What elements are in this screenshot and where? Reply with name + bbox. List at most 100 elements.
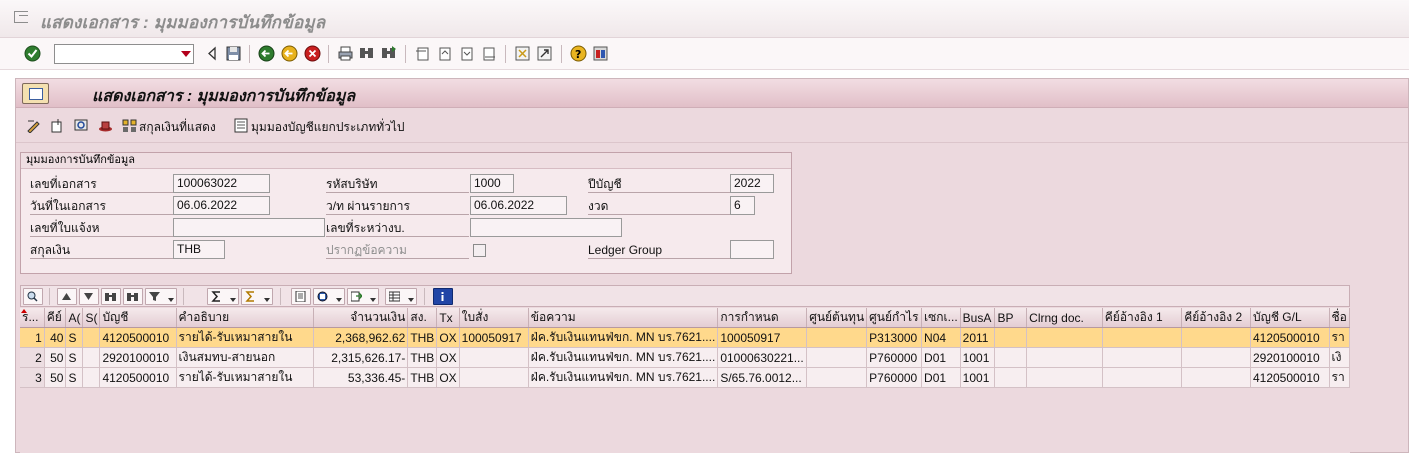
table-cell[interactable]: D01	[921, 347, 961, 368]
table-cell[interactable]: OX	[436, 367, 460, 388]
period-field[interactable]: 6	[730, 196, 755, 215]
table-cell[interactable]	[994, 327, 1028, 348]
subtotal-button[interactable]	[241, 288, 273, 305]
chevron-down-icon[interactable]	[370, 298, 376, 302]
views-button[interactable]	[313, 288, 345, 305]
table-row[interactable]: 3 50 S 4120500010 รายได้-รับเหมาสายใน 53,336.…	[20, 367, 1350, 388]
column-header[interactable]: ข้อความ	[528, 308, 719, 328]
information-button[interactable]	[433, 288, 453, 305]
column-header[interactable]: BusA	[960, 308, 996, 328]
document-display-icon[interactable]	[22, 83, 49, 104]
table-cell[interactable]: เงิ	[1329, 347, 1350, 368]
table-cell[interactable]	[1026, 367, 1103, 388]
gl-view-icon[interactable]	[234, 118, 249, 133]
table-cell[interactable]: 2,368,962.62	[313, 327, 409, 348]
table-cell[interactable]: 53,336.45-	[313, 367, 409, 388]
table-cell[interactable]: P760000	[866, 367, 923, 388]
doc-date-field[interactable]: 06.06.2022	[173, 196, 270, 215]
collapse-left-icon[interactable]	[204, 45, 221, 62]
hat-icon[interactable]	[98, 118, 113, 133]
table-cell[interactable]: P313000	[866, 327, 923, 348]
find-next-icon[interactable]	[380, 45, 397, 62]
table-cell[interactable]: D01	[921, 367, 961, 388]
help-icon[interactable]: ?	[570, 45, 587, 62]
table-cell[interactable]: 1001	[960, 367, 996, 388]
table-cell[interactable]: OX	[436, 347, 460, 368]
table-cell[interactable]: S	[65, 367, 84, 388]
table-cell[interactable]: 2920100010	[99, 347, 177, 368]
column-header[interactable]: บัญชี	[99, 308, 177, 328]
column-header[interactable]: A(	[65, 308, 84, 328]
column-header[interactable]: ใบสั่ง	[459, 308, 529, 328]
table-cell[interactable]: 1001	[960, 347, 996, 368]
column-header[interactable]: เซกเ...	[921, 308, 961, 328]
table-cell[interactable]: 100050917	[459, 327, 529, 348]
sort-descending-button[interactable]	[79, 288, 99, 305]
first-page-icon[interactable]	[414, 45, 431, 62]
total-button[interactable]	[207, 288, 239, 305]
details-button[interactable]	[23, 288, 43, 305]
table-cell[interactable]: S	[65, 347, 84, 368]
table-cell[interactable]	[1102, 347, 1183, 368]
table-cell[interactable]: รายได้-รับเหมาสายใน	[176, 327, 314, 348]
table-cell[interactable]: 4120500010	[99, 327, 177, 348]
table-cell[interactable]: 50	[44, 347, 67, 368]
table-cell[interactable]: S	[65, 327, 84, 348]
column-header[interactable]: ศูนย์ต้นทุน	[806, 308, 868, 328]
table-cell[interactable]: THB	[407, 327, 438, 348]
company-code-field[interactable]: 1000	[470, 174, 514, 193]
table-cell[interactable]: 2920100010	[1250, 347, 1330, 368]
cross-company-field[interactable]	[470, 218, 622, 237]
table-cell[interactable]	[1181, 347, 1251, 368]
column-header[interactable]: การกำหนด	[717, 308, 808, 328]
table-cell[interactable]: 1	[20, 327, 45, 348]
new-session-icon[interactable]	[514, 45, 531, 62]
column-header[interactable]: S(	[82, 308, 101, 328]
table-cell[interactable]: รา	[1329, 367, 1350, 388]
table-cell[interactable]	[1026, 327, 1103, 348]
print-icon[interactable]	[337, 45, 354, 62]
table-cell[interactable]: 100050917	[717, 327, 808, 348]
table-cell[interactable]: 3	[20, 367, 45, 388]
table-cell[interactable]	[459, 367, 529, 388]
table-cell[interactable]	[994, 367, 1028, 388]
export-button[interactable]	[347, 288, 379, 305]
other-document-icon[interactable]	[50, 118, 65, 133]
exit-app-icon[interactable]	[281, 45, 298, 62]
table-cell[interactable]: 4120500010	[1250, 367, 1330, 388]
table-cell[interactable]: 4120500010	[99, 367, 177, 388]
command-field[interactable]	[54, 44, 194, 64]
cancel-icon[interactable]	[304, 45, 321, 62]
table-cell[interactable]	[82, 347, 101, 368]
gl-view-button[interactable]: มุมมองบัญชีแยกประเภททั่วไป	[251, 118, 405, 134]
currency-icon[interactable]	[122, 118, 137, 133]
find-next-button[interactable]	[123, 288, 143, 305]
table-cell[interactable]	[806, 367, 868, 388]
find-icon[interactable]	[358, 45, 375, 62]
fiscal-year-field[interactable]: 2022	[730, 174, 774, 193]
next-page-icon[interactable]	[458, 45, 475, 62]
display-currency-button[interactable]: สกุลเงินที่แสดง	[139, 118, 216, 134]
table-cell[interactable]	[806, 347, 868, 368]
table-cell[interactable]	[806, 327, 868, 348]
filter-button[interactable]	[145, 288, 177, 305]
chevron-down-icon[interactable]	[230, 298, 236, 302]
table-cell[interactable]	[1026, 347, 1103, 368]
table-cell[interactable]	[82, 327, 101, 348]
table-cell[interactable]	[994, 347, 1028, 368]
chevron-down-icon[interactable]	[168, 298, 174, 302]
column-header[interactable]: คีย์อ้างอิง 1	[1102, 308, 1183, 328]
table-row[interactable]: 1 40 S 4120500010 รายได้-รับเหมาสายใน 2,368,9…	[20, 327, 1350, 348]
ledger-group-field[interactable]	[730, 240, 774, 259]
column-header[interactable]: ศูนย์กำไร	[866, 308, 923, 328]
doc-number-field[interactable]: 100063022	[173, 174, 270, 193]
currency-field[interactable]: THB	[173, 240, 225, 259]
table-cell[interactable]: รา	[1329, 327, 1350, 348]
table-cell[interactable]: 2	[20, 347, 45, 368]
column-header[interactable]: คีย์	[44, 308, 67, 328]
sort-ascending-button[interactable]	[57, 288, 77, 305]
table-cell[interactable]	[1102, 327, 1183, 348]
column-header[interactable]: ร...	[20, 308, 45, 328]
exit-icon[interactable]	[14, 11, 28, 23]
find-button[interactable]	[101, 288, 121, 305]
